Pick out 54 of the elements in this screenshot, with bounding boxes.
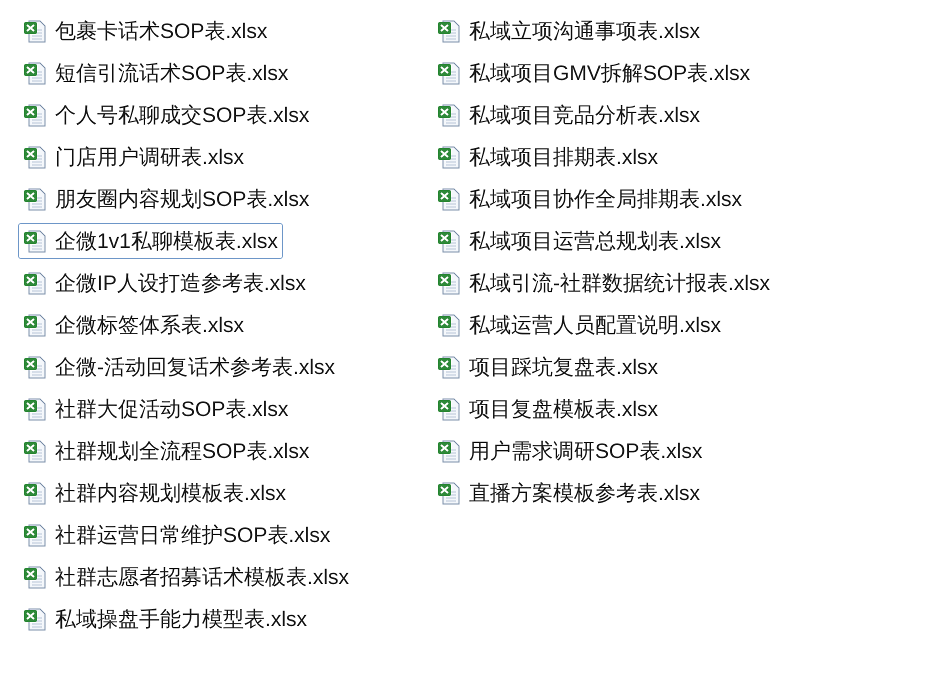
file-item[interactable]: 门店用户调研表.xlsx — [18, 139, 249, 175]
file-item[interactable]: 私域项目竞品分析表.xlsx — [432, 97, 705, 133]
spreadsheet-file-icon — [23, 312, 47, 338]
spreadsheet-file-icon — [23, 186, 47, 212]
spreadsheet-file-icon — [437, 18, 461, 44]
spreadsheet-file-icon — [437, 438, 461, 464]
spreadsheet-file-icon — [437, 354, 461, 380]
spreadsheet-file-icon — [437, 480, 461, 506]
spreadsheet-file-icon — [23, 102, 47, 128]
file-item[interactable]: 私域引流-社群数据统计报表.xlsx — [432, 265, 775, 301]
spreadsheet-file-icon — [23, 438, 47, 464]
file-item[interactable]: 个人号私聊成交SOP表.xlsx — [18, 97, 314, 133]
spreadsheet-file-icon — [437, 228, 461, 254]
file-item[interactable]: 私域操盘手能力模型表.xlsx — [18, 601, 312, 637]
spreadsheet-file-icon — [437, 186, 461, 212]
spreadsheet-file-icon — [23, 228, 47, 254]
file-item[interactable]: 社群志愿者招募话术模板表.xlsx — [18, 559, 354, 595]
file-item[interactable]: 私域项目协作全局排期表.xlsx — [432, 181, 747, 217]
spreadsheet-file-icon — [23, 270, 47, 296]
spreadsheet-file-icon — [23, 60, 47, 86]
file-item[interactable]: 社群规划全流程SOP表.xlsx — [18, 433, 314, 469]
file-item[interactable]: 社群运营日常维护SOP表.xlsx — [18, 517, 336, 553]
file-item[interactable]: 私域项目运营总规划表.xlsx — [432, 223, 726, 259]
spreadsheet-file-icon — [437, 102, 461, 128]
spreadsheet-file-icon — [437, 396, 461, 422]
file-item[interactable]: 私域项目GMV拆解SOP表.xlsx — [432, 55, 756, 91]
file-item[interactable]: 企微-活动回复话术参考表.xlsx — [18, 349, 340, 385]
file-item[interactable]: 私域立项沟通事项表.xlsx — [432, 13, 705, 49]
spreadsheet-file-icon — [23, 606, 47, 632]
file-item[interactable]: 私域项目排期表.xlsx — [432, 139, 663, 175]
spreadsheet-file-icon — [23, 396, 47, 422]
file-item[interactable]: 朋友圈内容规划SOP表.xlsx — [18, 181, 314, 217]
file-item[interactable]: 短信引流话术SOP表.xlsx — [18, 55, 294, 91]
file-item[interactable]: 企微IP人设打造参考表.xlsx — [18, 265, 311, 301]
spreadsheet-file-icon — [437, 144, 461, 170]
file-item[interactable]: 用户需求调研SOP表.xlsx — [432, 433, 708, 469]
file-item[interactable]: 社群内容规划模板表.xlsx — [18, 475, 291, 511]
spreadsheet-file-icon — [23, 144, 47, 170]
spreadsheet-file-icon — [23, 18, 47, 44]
file-item[interactable]: 企微1v1私聊模板表.xlsx — [18, 223, 283, 259]
spreadsheet-file-icon — [437, 270, 461, 296]
file-item[interactable]: 项目复盘模板表.xlsx — [432, 391, 663, 427]
file-item[interactable]: 直播方案模板参考表.xlsx — [432, 475, 705, 511]
spreadsheet-file-icon — [437, 312, 461, 338]
spreadsheet-file-icon — [23, 522, 47, 548]
file-item[interactable]: 项目踩坑复盘表.xlsx — [432, 349, 663, 385]
spreadsheet-file-icon — [23, 354, 47, 380]
spreadsheet-file-icon — [23, 480, 47, 506]
file-item[interactable]: 企微标签体系表.xlsx — [18, 307, 249, 343]
file-item[interactable]: 包裹卡话术SOP表.xlsx — [18, 13, 272, 49]
file-item[interactable]: 私域运营人员配置说明.xlsx — [432, 307, 726, 343]
file-item[interactable]: 社群大促活动SOP表.xlsx — [18, 391, 294, 427]
spreadsheet-file-icon — [23, 564, 47, 590]
spreadsheet-file-icon — [437, 60, 461, 86]
